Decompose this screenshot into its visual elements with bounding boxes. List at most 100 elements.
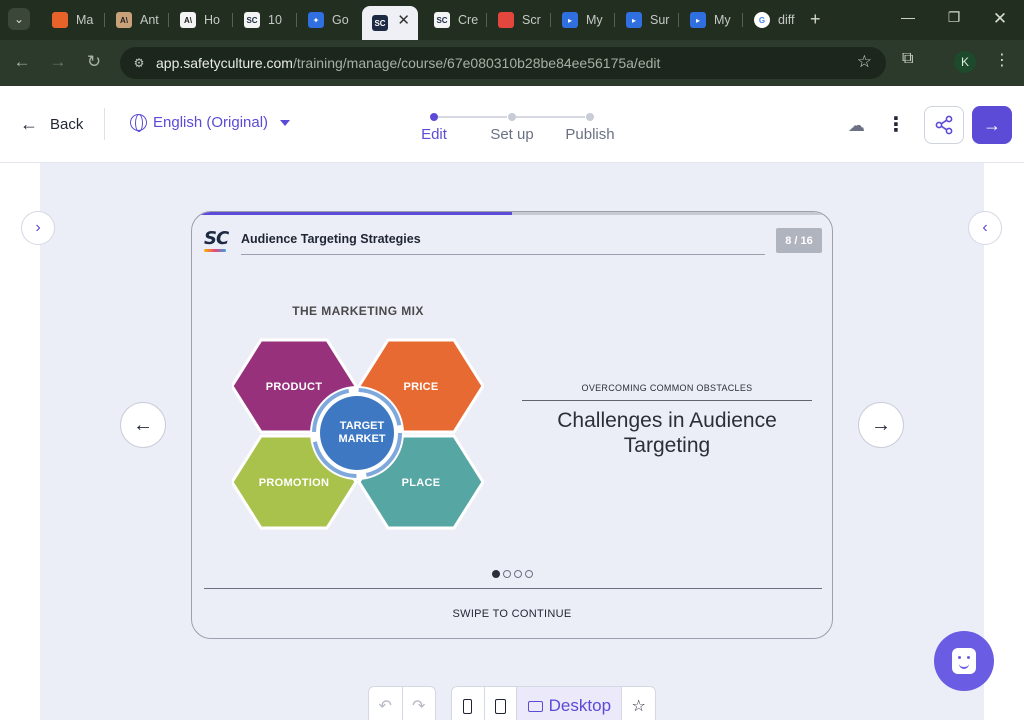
profile-avatar[interactable]: K <box>954 51 976 73</box>
expand-right-panel-button[interactable]: ‹ <box>968 211 1002 245</box>
caret-down-icon <box>280 119 291 126</box>
hex-promotion-label: PROMOTION <box>258 477 330 489</box>
address-bar[interactable]: ⚙ app.safetyculture.com/training/manage/… <box>120 47 886 79</box>
browser-tab-8[interactable]: Scr <box>488 6 550 34</box>
tablet-icon <box>495 698 507 714</box>
step-publish[interactable]: Publish <box>550 126 630 143</box>
step-set-up[interactable]: Set up <box>472 126 552 143</box>
browser-tab-5[interactable]: ✦ Go <box>298 6 360 34</box>
share-icon <box>935 115 953 135</box>
browser-menu-icon[interactable]: ⋮ <box>994 50 1010 70</box>
new-tab-button[interactable]: + <box>810 9 821 30</box>
page-counter-badge: 8 / 16 <box>776 228 822 253</box>
browser-tab-2[interactable]: A\ Ant <box>106 6 168 34</box>
orange-grid-icon <box>52 12 68 28</box>
globe-icon <box>130 114 147 132</box>
slide-heading[interactable]: Challenges in Audience Targeting <box>522 408 812 458</box>
pager-dot-3[interactable] <box>514 570 522 578</box>
chat-bot-icon <box>952 648 976 674</box>
slide-progress-track <box>192 212 832 215</box>
right-panel-edge <box>984 163 1024 720</box>
marketing-mix-image[interactable]: PRODUCT PRICE PROMOTION PLACE TARGET MAR… <box>232 338 484 530</box>
continue-button[interactable]: → <box>972 106 1012 144</box>
browser-tab-1[interactable]: Ma <box>42 6 104 34</box>
previous-slide-button[interactable]: ← <box>120 402 166 448</box>
browser-tab-12[interactable]: G diff <box>744 6 806 34</box>
chevron-left-icon: ‹ <box>982 219 988 236</box>
language-selector[interactable]: English (Original) <box>130 114 291 132</box>
browser-tab-7[interactable]: SC Cre <box>424 6 486 34</box>
safetyculture-logo: SC <box>204 228 229 252</box>
hex-price-label: PRICE <box>403 381 439 393</box>
back-button[interactable]: ← Back <box>20 114 83 135</box>
extensions-puzzle-icon[interactable]: ⧉ <box>902 50 913 68</box>
image-icon <box>498 12 514 28</box>
chevron-right-icon: › <box>35 219 41 236</box>
reload-icon[interactable]: ↻ <box>83 52 105 72</box>
minimize-icon[interactable]: — <box>898 9 918 25</box>
safetyculture-icon: SC <box>372 15 388 31</box>
pager-dot-2[interactable] <box>503 570 511 578</box>
arrow-right-icon: → <box>871 413 891 436</box>
tablet-preview-button[interactable] <box>485 687 518 720</box>
butterfly-icon: ✦ <box>308 12 324 28</box>
cloud-saved-icon: ☁ <box>848 116 865 135</box>
browser-tab-active[interactable]: SC ✕ <box>362 6 418 40</box>
hex-place-label: PLACE <box>401 477 441 489</box>
step-edit[interactable]: Edit <box>394 126 474 143</box>
star-icon: ☆ <box>631 698 646 715</box>
bookmark-star-icon[interactable]: ☆ <box>857 52 872 72</box>
browser-toolbar: ← → ↻ ⚙ app.safetyculture.com/training/m… <box>0 40 1024 86</box>
chat-icon: ▸ <box>626 12 642 28</box>
close-window-icon[interactable]: ✕ <box>990 9 1010 29</box>
google-icon: G <box>754 12 770 28</box>
course-stepper: Edit Set up Publish <box>418 112 628 152</box>
undo-icon[interactable]: ↶ <box>369 687 402 720</box>
target-market-label: TARGET MARKET <box>338 420 386 445</box>
slide-progress-fill <box>192 212 512 215</box>
expand-left-panel-button[interactable]: › <box>21 211 55 245</box>
close-tab-icon[interactable]: ✕ <box>397 11 410 29</box>
more-options-icon[interactable]: ⋮ <box>886 112 906 137</box>
safetyculture-icon: SC <box>434 12 450 28</box>
safetyculture-icon: SC <box>244 12 260 28</box>
arrow-right-icon: → <box>983 114 1001 135</box>
restore-icon[interactable]: ❐ <box>944 9 964 26</box>
back-arrow-icon[interactable]: ← <box>11 52 33 72</box>
browser-tab-4[interactable]: SC 10 <box>234 6 296 34</box>
share-button[interactable] <box>924 106 964 144</box>
slide-pager-dots <box>492 570 533 578</box>
browser-tab-9[interactable]: ▸ My <box>552 6 614 34</box>
left-panel-edge <box>0 163 40 720</box>
chat-icon: ▸ <box>690 12 706 28</box>
pager-dot-4[interactable] <box>525 570 533 578</box>
mobile-icon <box>463 698 473 714</box>
site-settings-icon[interactable]: ⚙ <box>130 54 148 72</box>
marketing-mix-title: THE MARKETING MIX <box>292 304 424 318</box>
next-slide-button[interactable]: → <box>858 402 904 448</box>
anthropic-icon: A\ <box>116 12 132 28</box>
section-kicker: OVERCOMING COMMON OBSTACLES <box>581 383 753 393</box>
anthropic-dark-icon: A\ <box>180 12 196 28</box>
desktop-preview-button[interactable]: Desktop <box>517 687 623 720</box>
browser-tab-11[interactable]: ▸ My <box>680 6 742 34</box>
support-chat-button[interactable] <box>934 631 994 691</box>
redo-icon[interactable]: ↷ <box>401 687 436 720</box>
desktop-icon <box>527 700 543 712</box>
history-controls: ↶ ↷ <box>368 686 436 720</box>
pager-dot-1[interactable] <box>492 570 500 578</box>
mobile-preview-button[interactable] <box>452 687 485 720</box>
forward-arrow-icon[interactable]: → <box>47 52 69 72</box>
editor-header: ← Back English (Original) Edit Set up Pu… <box>0 86 1024 163</box>
browser-tab-strip: ⌄ Ma A\ Ant A\ Ho SC 10 ✦ Go SC ✕ SC Cre… <box>0 0 1024 40</box>
arrow-left-icon: ← <box>133 413 153 436</box>
preview-device-switcher: Desktop ☆ <box>451 686 656 720</box>
hex-product-label: PRODUCT <box>265 381 323 393</box>
lesson-slide: SC Audience Targeting Strategies 8 / 16 … <box>191 211 833 639</box>
browser-tab-10[interactable]: ▸ Sur <box>616 6 678 34</box>
browser-tab-3[interactable]: A\ Ho <box>170 6 232 34</box>
course-title: Audience Targeting Strategies <box>241 232 421 246</box>
swipe-to-continue[interactable]: SWIPE TO CONTINUE <box>192 608 832 620</box>
tab-search-button[interactable]: ⌄ <box>8 8 30 30</box>
favorite-button[interactable]: ☆ <box>622 687 655 720</box>
